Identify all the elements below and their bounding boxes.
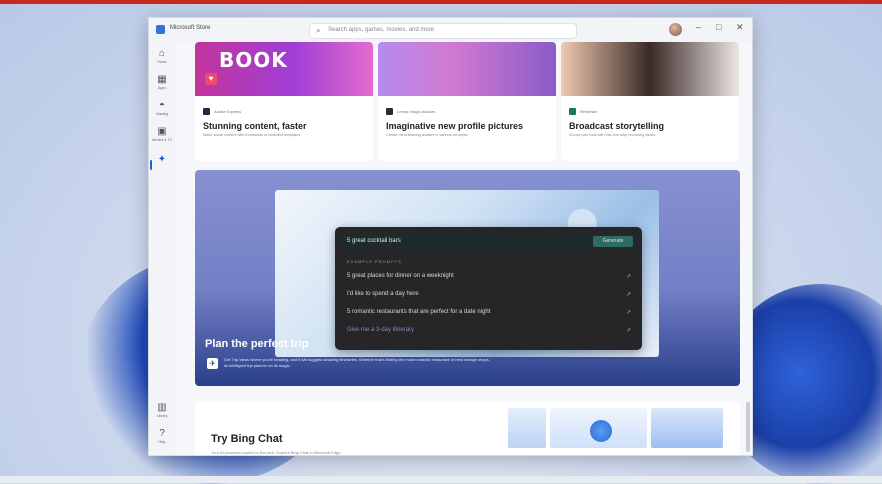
bing-chat-subtitle: Your AI-powered copilot for the web. Exp…: [211, 450, 342, 455]
app-card-lensa[interactable]: Lensa: Magic Avatars Imaginative new pro…: [378, 42, 556, 161]
card-image: [561, 42, 739, 96]
example-prompt-text: 5 great places for dinner on a weeknight: [347, 273, 454, 279]
card-publisher: Restream: [580, 109, 598, 114]
prompt-input[interactable]: 5 great cocktail bars Generate: [341, 233, 636, 250]
example-prompt-item[interactable]: 5 great places for dinner on a weeknight…: [347, 273, 631, 280]
search-icon: ⌕: [316, 26, 321, 35]
sidebar: ⌂ Home ▦ Apps ◓ Gaming ▣ Movies & TV ✦ ▥…: [149, 42, 175, 455]
arrow-up-right-icon: ↗: [625, 328, 631, 334]
generate-button[interactable]: Generate: [593, 236, 633, 247]
scrollbar[interactable]: [745, 42, 751, 455]
taskbar: [0, 476, 882, 483]
sidebar-item-library[interactable]: ▥ Library: [151, 402, 173, 426]
movies-icon: ▣: [157, 126, 167, 137]
example-prompt-item[interactable]: I'd like to spend a day here ↗: [347, 291, 631, 298]
sidebar-item-label: Apps: [158, 86, 166, 90]
card-image: BOOK ♥: [195, 42, 373, 96]
app-title: Microsoft Store: [170, 25, 211, 31]
card-description: Sound your best with this one-stop recor…: [569, 133, 656, 137]
app-card-adobe-express[interactable]: BOOK ♥ Adobe Express Stunning content, f…: [195, 42, 373, 161]
hero-description: Get Trip Ideas where you're heading, and…: [224, 357, 490, 368]
sidebar-item-help[interactable]: ? Help: [151, 428, 173, 452]
bing-chat-title: Try Bing Chat: [211, 433, 283, 445]
card-publisher: Lensa: Magic Avatars: [397, 109, 436, 114]
arrow-up-right-icon: ↗: [625, 310, 631, 316]
library-icon: ▥: [157, 402, 167, 413]
close-button[interactable]: ✕: [736, 22, 744, 33]
example-prompt-item[interactable]: Give me a 3-day itinerary ↗: [347, 327, 631, 334]
search-input[interactable]: ⌕ Search apps, games, movies, and more: [309, 23, 577, 39]
active-indicator: [150, 160, 152, 170]
card-art-text: BOOK: [219, 48, 288, 72]
minimize-button[interactable]: –: [696, 22, 701, 32]
sidebar-item-gaming[interactable]: ◓ Gaming: [151, 100, 173, 124]
trip-planner-hero[interactable]: 5 great cocktail bars Generate EXAMPLE P…: [195, 170, 740, 386]
sidebar-item-label: Library: [156, 414, 168, 418]
app-card-restream[interactable]: Restream Broadcast storytelling Sound yo…: [561, 42, 739, 161]
store-window: Microsoft Store ⌕ Search apps, games, mo…: [148, 17, 753, 456]
example-prompts-label: EXAMPLE PROMPTS: [347, 259, 402, 264]
card-image: [378, 42, 556, 96]
sidebar-item-label: Gaming: [155, 112, 169, 116]
sidebar-item-apps[interactable]: ▦ Apps: [151, 74, 173, 98]
apps-icon: ▦: [157, 74, 167, 85]
avatar[interactable]: [669, 23, 682, 36]
title-bar: Microsoft Store ⌕ Search apps, games, mo…: [149, 18, 752, 42]
heart-icon: ♥: [205, 73, 217, 85]
bing-screenshot-thumb: [651, 408, 723, 448]
store-logo-icon: [156, 25, 165, 34]
example-prompt-text: Give me a 3-day itinerary: [347, 327, 415, 333]
example-prompt-text: 5 romantic restaurants that are perfect …: [347, 309, 491, 315]
bing-screenshot-thumb: [508, 408, 546, 448]
search-placeholder: Search apps, games, movies, and more: [328, 27, 435, 33]
bing-logo-icon: [590, 420, 612, 442]
ai-hub-icon: ✦: [157, 154, 167, 165]
sidebar-item-label: Help: [158, 440, 166, 444]
home-icon: ⌂: [158, 48, 166, 59]
bing-chat-banner[interactable]: Try Bing Chat Your AI-powered copilot fo…: [195, 402, 740, 455]
bing-prompt-panel: 5 great cocktail bars Generate EXAMPLE P…: [335, 227, 642, 350]
trip-app-icon: ✈: [207, 358, 218, 369]
example-prompt-text: I'd like to spend a day here: [347, 291, 419, 297]
gaming-icon: ◓: [158, 100, 166, 111]
card-description: Create mind-blowing avatars in various a…: [386, 133, 468, 137]
card-description: Make social content with thousands of be…: [203, 133, 301, 137]
maximize-button[interactable]: □: [716, 22, 721, 32]
card-title: Broadcast storytelling: [569, 121, 665, 131]
publisher-logo-icon: [386, 108, 393, 115]
help-icon: ?: [159, 428, 165, 439]
publisher-logo-icon: [569, 108, 576, 115]
sidebar-item-ai-hub[interactable]: ✦: [150, 154, 173, 178]
prompt-text: 5 great cocktail bars: [347, 238, 401, 244]
card-title: Stunning content, faster: [203, 121, 307, 131]
scrollbar-thumb[interactable]: [746, 402, 750, 452]
main-content: BOOK ♥ Adobe Express Stunning content, f…: [175, 42, 752, 455]
sidebar-item-home[interactable]: ⌂ Home: [151, 48, 173, 72]
hero-title: Plan the perfect trip: [205, 338, 309, 350]
sidebar-item-label: Home: [157, 60, 167, 64]
sidebar-item-label: Movies & TV: [152, 138, 172, 142]
arrow-up-right-icon: ↗: [625, 274, 631, 280]
example-prompt-item[interactable]: 5 romantic restaurants that are perfect …: [347, 309, 631, 316]
card-title: Imaginative new profile pictures: [386, 121, 524, 131]
publisher-logo-icon: [203, 108, 210, 115]
card-publisher: Adobe Express: [214, 109, 242, 114]
arrow-up-right-icon: ↗: [625, 292, 631, 298]
sidebar-item-movies[interactable]: ▣ Movies & TV: [151, 126, 173, 150]
